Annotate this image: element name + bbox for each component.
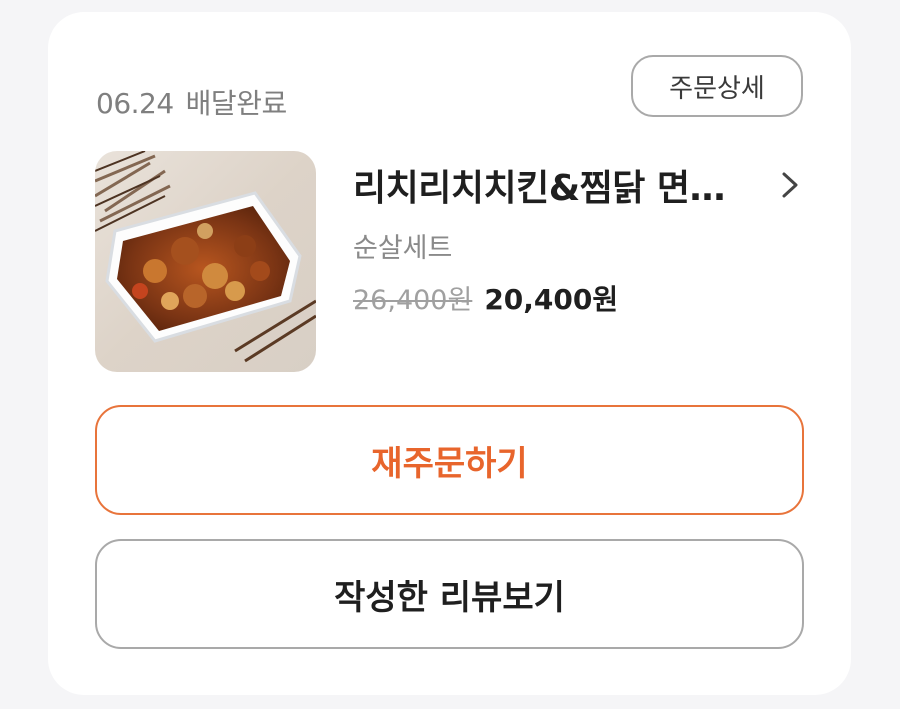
original-price: 26,400원 <box>353 285 473 316</box>
order-header: 06.24 배달완료 <box>96 82 287 122</box>
menu-option: 순살세트 <box>353 233 453 264</box>
store-link[interactable]: 리치리치치킨&찜닭 면… <box>353 157 808 213</box>
final-price: 20,400원 <box>484 283 619 316</box>
food-photo[interactable] <box>95 151 316 372</box>
reorder-button[interactable]: 재주문하기 <box>95 405 804 515</box>
food-photo-image <box>95 151 316 372</box>
price-row: 26,400원 20,400원 <box>353 278 618 318</box>
order-date: 06.24 <box>96 87 174 120</box>
chevron-right-icon <box>782 172 798 198</box>
store-name: 리치리치치킨&찜닭 면… <box>353 168 726 209</box>
order-status: 배달완료 <box>185 87 288 120</box>
view-review-button[interactable]: 작성한 리뷰보기 <box>95 539 804 649</box>
order-card: 06.24 배달완료 주문상세 리치리치치킨&찜닭 면… 순살세트 26,400… <box>48 12 851 695</box>
order-detail-button[interactable]: 주문상세 <box>631 55 803 117</box>
